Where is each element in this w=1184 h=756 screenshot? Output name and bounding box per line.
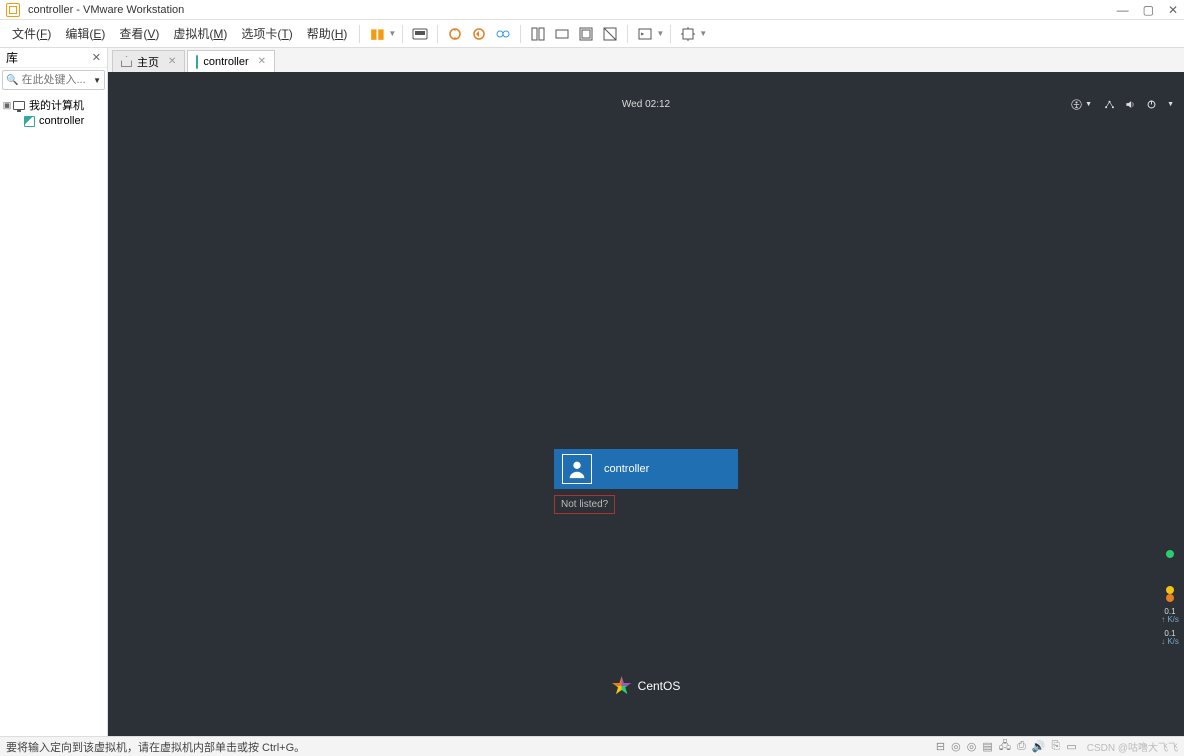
tree-vm-label: controller (39, 115, 84, 127)
accessibility-icon (1071, 99, 1082, 110)
status-hdd-icon[interactable]: ⊟ (936, 740, 945, 753)
vm-icon (22, 115, 36, 127)
tab-controller[interactable]: controller ✕ (187, 50, 275, 72)
tab-home[interactable]: 主页 ✕ (112, 50, 185, 72)
menu-help[interactable]: 帮助(H) (301, 23, 354, 44)
status-sound-icon[interactable]: 🔊 (1032, 740, 1046, 753)
console-view-button[interactable] (634, 23, 656, 45)
tree-root-my-computer[interactable]: ▣ 我的计算机 (2, 96, 105, 114)
chevron-down-icon: ▼ (1085, 101, 1092, 108)
search-dropdown-icon[interactable]: ▼ (90, 76, 104, 85)
centos-logo-icon (612, 676, 632, 696)
separator (437, 25, 438, 43)
separator (670, 25, 671, 43)
net-up-stat: 0.1↑ K/s (1161, 608, 1179, 624)
status-message: 要将输入定向到该虚拟机，请在虚拟机内部单击或按 Ctrl+G。 (6, 739, 936, 755)
menu-vm[interactable]: 虚拟机(M) (167, 23, 233, 44)
menu-view[interactable]: 查看(V) (113, 23, 165, 44)
home-icon (121, 56, 132, 67)
minimize-button[interactable]: — (1117, 3, 1129, 17)
network-speed-widget: 0.1↑ K/s 0.1↓ K/s (1160, 550, 1180, 646)
stretch-guest-button[interactable] (677, 23, 699, 45)
chevron-down-icon: ▼ (1167, 101, 1174, 108)
search-icon: 🔍 (3, 75, 21, 86)
watermark-text: CSDN @咕噜大飞飞 (1087, 739, 1178, 754)
view-console-button[interactable] (527, 23, 549, 45)
status-display-icon[interactable]: ▭ (1066, 740, 1076, 753)
gdm-not-listed-link[interactable]: Not listed? (554, 495, 615, 514)
library-panel: 库 ✕ 🔍 ▼ ▣ 我的计算机 controller (0, 48, 108, 736)
main-area: 库 ✕ 🔍 ▼ ▣ 我的计算机 controller 主页 ✕ (0, 48, 1184, 736)
library-header: 库 ✕ (0, 48, 107, 68)
snapshot-manager-button[interactable] (492, 23, 514, 45)
status-floppy-icon[interactable]: ▤ (982, 740, 992, 753)
gnome-system-menu[interactable]: ▼ (1104, 99, 1174, 110)
maximize-button[interactable]: ▢ (1143, 3, 1154, 17)
centos-brand: CentOS (612, 676, 681, 696)
gnome-top-bar: Wed 02:12 ▼ ▼ (108, 94, 1184, 114)
snapshot-take-button[interactable] (444, 23, 466, 45)
tree-root-label: 我的计算机 (29, 97, 84, 113)
window-title: controller - VMware Workstation (28, 4, 1117, 16)
view-unity-button[interactable] (599, 23, 621, 45)
network-icon (1104, 99, 1115, 110)
gnome-accessibility-menu[interactable]: ▼ (1071, 99, 1092, 110)
pause-vm-button[interactable]: ▮▮ (366, 23, 388, 45)
gdm-user-name: controller (604, 463, 649, 475)
pause-dropdown-icon[interactable]: ▼ (388, 29, 396, 38)
library-search-input[interactable] (21, 74, 90, 86)
separator (627, 25, 628, 43)
library-search: 🔍 ▼ (2, 70, 105, 90)
tab-home-label: 主页 (137, 54, 159, 70)
view-single-button[interactable] (551, 23, 573, 45)
status-usb-icon[interactable]: ⎙ (1017, 740, 1026, 753)
status-dot-orange (1166, 594, 1174, 602)
tree-collapse-icon[interactable]: ▣ (2, 100, 12, 111)
window-titlebar: controller - VMware Workstation — ▢ ✕ (0, 0, 1184, 20)
separator (520, 25, 521, 43)
tab-close-icon[interactable]: ✕ (168, 56, 176, 67)
gdm-login-box: controller Not listed? (554, 449, 738, 514)
power-icon (1146, 99, 1157, 110)
snapshot-revert-button[interactable] (468, 23, 490, 45)
status-dot-green (1166, 550, 1174, 558)
status-device-icons: ⊟ ◎ ◎ ▤ 🖧 ⎙ 🔊 ⎘ ▭ (936, 737, 1077, 756)
close-button[interactable]: ✕ (1168, 3, 1178, 17)
menu-toolbar: 文件(F) 编辑(E) 查看(V) 虚拟机(M) 选项卡(T) 帮助(H) ▮▮… (0, 20, 1184, 48)
vm-icon (196, 56, 198, 68)
status-dot-yellow (1166, 586, 1174, 594)
status-network-icon[interactable]: 🖧 (999, 737, 1011, 756)
library-title: 库 (6, 49, 18, 66)
vm-guest-screen[interactable]: Wed 02:12 ▼ ▼ controller (108, 72, 1184, 736)
gnome-clock[interactable]: Wed 02:12 (622, 99, 670, 110)
stretch-dropdown-icon[interactable]: ▼ (699, 29, 707, 38)
status-cd-icon[interactable]: ◎ (951, 740, 961, 753)
tree-vm-controller[interactable]: controller (2, 114, 105, 128)
volume-icon (1125, 99, 1136, 110)
window-controls: — ▢ ✕ (1117, 3, 1178, 17)
console-dropdown-icon[interactable]: ▼ (656, 29, 664, 38)
vmware-app-icon (6, 3, 20, 17)
tab-bar: 主页 ✕ controller ✕ (108, 48, 1184, 72)
library-tree: ▣ 我的计算机 controller (0, 92, 107, 736)
separator (402, 25, 403, 43)
view-fullscreen-button[interactable] (575, 23, 597, 45)
user-avatar-icon (562, 454, 592, 484)
content-area: 主页 ✕ controller ✕ Wed 02:12 ▼ (108, 48, 1184, 736)
tab-controller-label: controller (203, 56, 248, 68)
centos-brand-text: CentOS (638, 679, 681, 693)
menu-edit[interactable]: 编辑(E) (59, 23, 111, 44)
status-printer-icon[interactable]: ⎘ (1052, 740, 1061, 753)
net-down-stat: 0.1↓ K/s (1161, 630, 1179, 646)
status-cd2-icon[interactable]: ◎ (967, 740, 977, 753)
menu-tabs[interactable]: 选项卡(T) (235, 23, 298, 44)
gdm-user-controller[interactable]: controller (554, 449, 738, 489)
library-close-button[interactable]: ✕ (92, 51, 101, 64)
send-ctrl-alt-del-button[interactable] (409, 23, 431, 45)
menu-file[interactable]: 文件(F) (6, 23, 57, 44)
status-bar: 要将输入定向到该虚拟机，请在虚拟机内部单击或按 Ctrl+G。 ⊟ ◎ ◎ ▤ … (0, 736, 1184, 756)
computer-icon (12, 99, 26, 111)
separator (359, 25, 360, 43)
tab-close-icon[interactable]: ✕ (258, 56, 266, 67)
